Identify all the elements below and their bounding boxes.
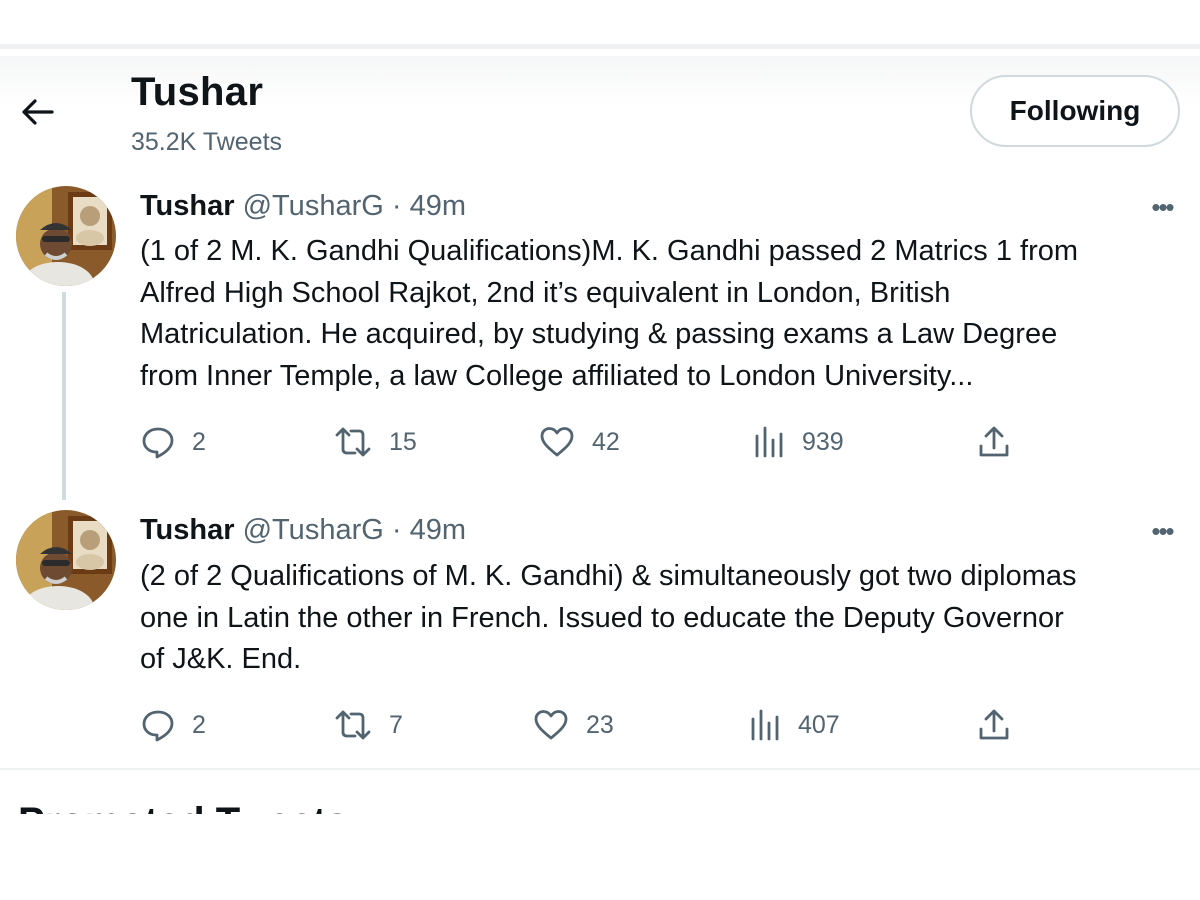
thread-connector — [62, 292, 66, 500]
arrow-left-icon — [22, 99, 54, 125]
like-count: 23 — [586, 710, 614, 739]
more-horizontal-icon: ••• — [1151, 515, 1174, 546]
tweet-time[interactable]: · 49m — [392, 190, 466, 222]
retweet-count: 15 — [389, 427, 417, 456]
reply-button[interactable]: 2 — [140, 707, 206, 743]
avatar-image — [16, 510, 116, 610]
tweet-header: Tushar @TusharG · 49m — [140, 190, 466, 223]
share-button[interactable] — [976, 707, 1012, 743]
reply-icon — [142, 710, 174, 742]
like-button[interactable]: 23 — [532, 707, 614, 743]
author-handle[interactable]: @TusharG — [243, 190, 384, 222]
retweet-count: 7 — [389, 710, 403, 739]
retweet-button[interactable]: 7 — [333, 707, 403, 743]
view-count: 939 — [802, 427, 844, 456]
heart-icon — [534, 710, 568, 740]
tweet-time[interactable]: · 49m — [392, 514, 466, 546]
views-chart-icon — [751, 709, 779, 741]
reply-count: 2 — [192, 710, 206, 739]
top-bar — [0, 0, 1200, 44]
tweet-count: 35.2K Tweets — [131, 128, 283, 156]
tweet-text: (2 of 2 Qualifications of M. K. Gandhi) … — [140, 560, 1077, 675]
following-button[interactable]: Following — [970, 75, 1180, 147]
share-icon — [979, 426, 1009, 457]
retweet-button[interactable]: 15 — [333, 424, 417, 460]
retweet-icon — [335, 427, 371, 457]
more-button[interactable]: ••• — [1142, 516, 1182, 546]
avatar[interactable] — [16, 186, 116, 286]
share-button[interactable] — [976, 424, 1012, 460]
author-name[interactable]: Tushar — [140, 514, 235, 546]
more-horizontal-icon: ••• — [1151, 191, 1174, 222]
view-count: 407 — [798, 710, 840, 739]
heart-icon — [540, 427, 574, 457]
retweet-icon — [335, 710, 371, 740]
back-button[interactable] — [18, 92, 58, 132]
avatar[interactable] — [16, 510, 116, 610]
top-divider — [0, 44, 1200, 49]
tweet-header: Tushar @TusharG · 49m — [140, 514, 466, 547]
profile-name: Tushar — [131, 70, 264, 114]
views-chart-icon — [755, 426, 783, 458]
views-button[interactable]: 407 — [748, 707, 840, 743]
author-handle[interactable]: @TusharG — [243, 514, 384, 546]
share-icon — [979, 709, 1009, 740]
avatar-image — [16, 186, 116, 286]
tweet-text: (1 of 2 M. K. Gandhi Qualifications)M. K… — [140, 235, 1079, 392]
section-divider — [0, 768, 1200, 770]
reply-button[interactable]: 2 — [140, 424, 206, 460]
reply-count: 2 — [192, 427, 206, 456]
section-heading: Promoted Tweets — [18, 800, 1200, 814]
reply-icon — [142, 427, 174, 459]
section-heading-cropped: Promoted Tweets — [18, 790, 1200, 814]
more-button[interactable]: ••• — [1142, 192, 1182, 222]
views-button[interactable]: 939 — [752, 424, 844, 460]
author-name[interactable]: Tushar — [140, 190, 235, 222]
like-count: 42 — [592, 427, 620, 456]
like-button[interactable]: 42 — [538, 424, 620, 460]
